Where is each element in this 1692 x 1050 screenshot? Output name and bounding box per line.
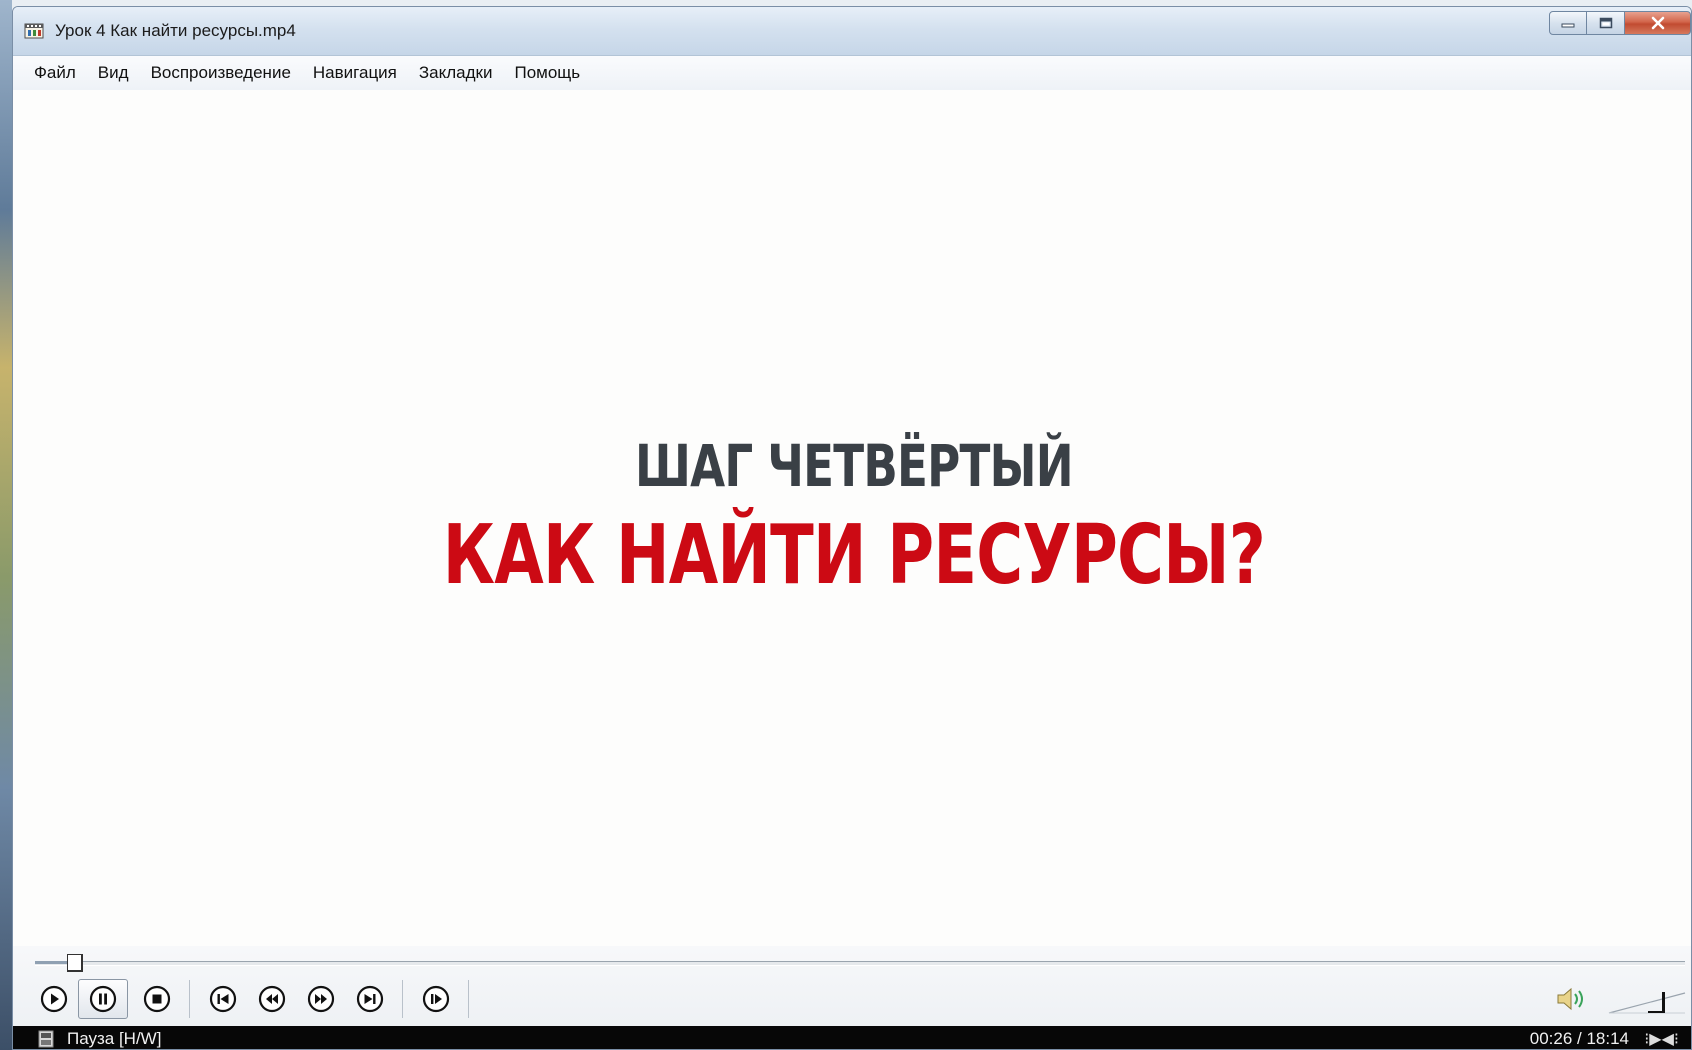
toolbar-separator: [189, 980, 190, 1018]
window-title: Урок 4 Как найти ресурсы.mp4: [55, 21, 296, 40]
menu-bar: Файл Вид Воспроизведение Навигация Закла…: [13, 56, 1691, 91]
time-display: 00:26 / 18:14: [1529, 1029, 1629, 1048]
title-bar[interactable]: Урок 4 Как найти ресурсы.mp4: [13, 7, 1691, 56]
previous-icon: [209, 985, 237, 1013]
play-icon: [40, 985, 68, 1013]
fast-forward-button[interactable]: [302, 980, 340, 1018]
minimize-button[interactable]: [1549, 11, 1587, 35]
status-bar: Пауза [H/W] 00:26 / 18:14 ⁝▶◀⁝: [13, 1026, 1691, 1049]
next-button[interactable]: [351, 980, 389, 1018]
menu-view[interactable]: Вид: [87, 59, 140, 87]
stop-icon: [143, 985, 171, 1013]
video-heading: ШАГ ЧЕТВЁРТЫЙ: [634, 432, 1074, 500]
film-icon: [23, 20, 45, 42]
speaker-icon[interactable]: [1555, 986, 1589, 1017]
menu-file[interactable]: Файл: [23, 59, 87, 87]
video-display[interactable]: ШАГ ЧЕТВЁРТЫЙ КАК НАЙТИ РЕСУРСЫ?: [13, 90, 1691, 946]
menu-navigation[interactable]: Навигация: [302, 59, 408, 87]
playback-controls: [13, 946, 1691, 1026]
close-button[interactable]: [1625, 11, 1691, 35]
status-film-icon: [37, 1030, 55, 1048]
toolbar-separator: [468, 980, 469, 1018]
menu-bookmarks[interactable]: Закладки: [408, 59, 504, 87]
minimize-icon: [1561, 23, 1575, 28]
desktop-background-strip: [0, 0, 12, 1050]
seek-bar[interactable]: [35, 954, 1685, 972]
rewind-button[interactable]: [253, 980, 291, 1018]
frame-step-icon: [422, 985, 450, 1013]
frame-step-button[interactable]: [417, 980, 455, 1018]
next-icon: [356, 985, 384, 1013]
rewind-icon: [258, 985, 286, 1013]
toolbar-separator: [402, 980, 403, 1018]
play-button[interactable]: [35, 980, 73, 1018]
maximize-button[interactable]: [1587, 11, 1625, 35]
menu-help[interactable]: Помощь: [503, 59, 591, 87]
window-controls: [1549, 11, 1691, 37]
pause-icon: [89, 985, 117, 1013]
playback-state: Пауза [H/W]: [67, 1028, 162, 1048]
video-title: КАК НАЙТИ РЕСУРСЫ?: [442, 508, 1266, 603]
fast-forward-icon: [307, 985, 335, 1013]
pause-button[interactable]: [78, 979, 128, 1019]
media-player-window: Урок 4 Как найти ресурсы.mp4 Файл Вид Во…: [12, 6, 1692, 1050]
maximize-icon: [1599, 17, 1612, 29]
volume-slider[interactable]: [1607, 989, 1687, 1015]
decoder-status-icon: ⁝▶◀⁝: [1644, 1031, 1679, 1048]
menu-playback[interactable]: Воспроизведение: [140, 59, 302, 87]
volume-control: [1555, 986, 1687, 1017]
transport-buttons: [35, 979, 483, 1019]
previous-button[interactable]: [204, 980, 242, 1018]
desktop: Урок 4 Как найти ресурсы.mp4 Файл Вид Во…: [0, 0, 1692, 1050]
stop-button[interactable]: [138, 980, 176, 1018]
close-icon: [1651, 16, 1664, 30]
seek-handle[interactable]: [67, 954, 83, 972]
